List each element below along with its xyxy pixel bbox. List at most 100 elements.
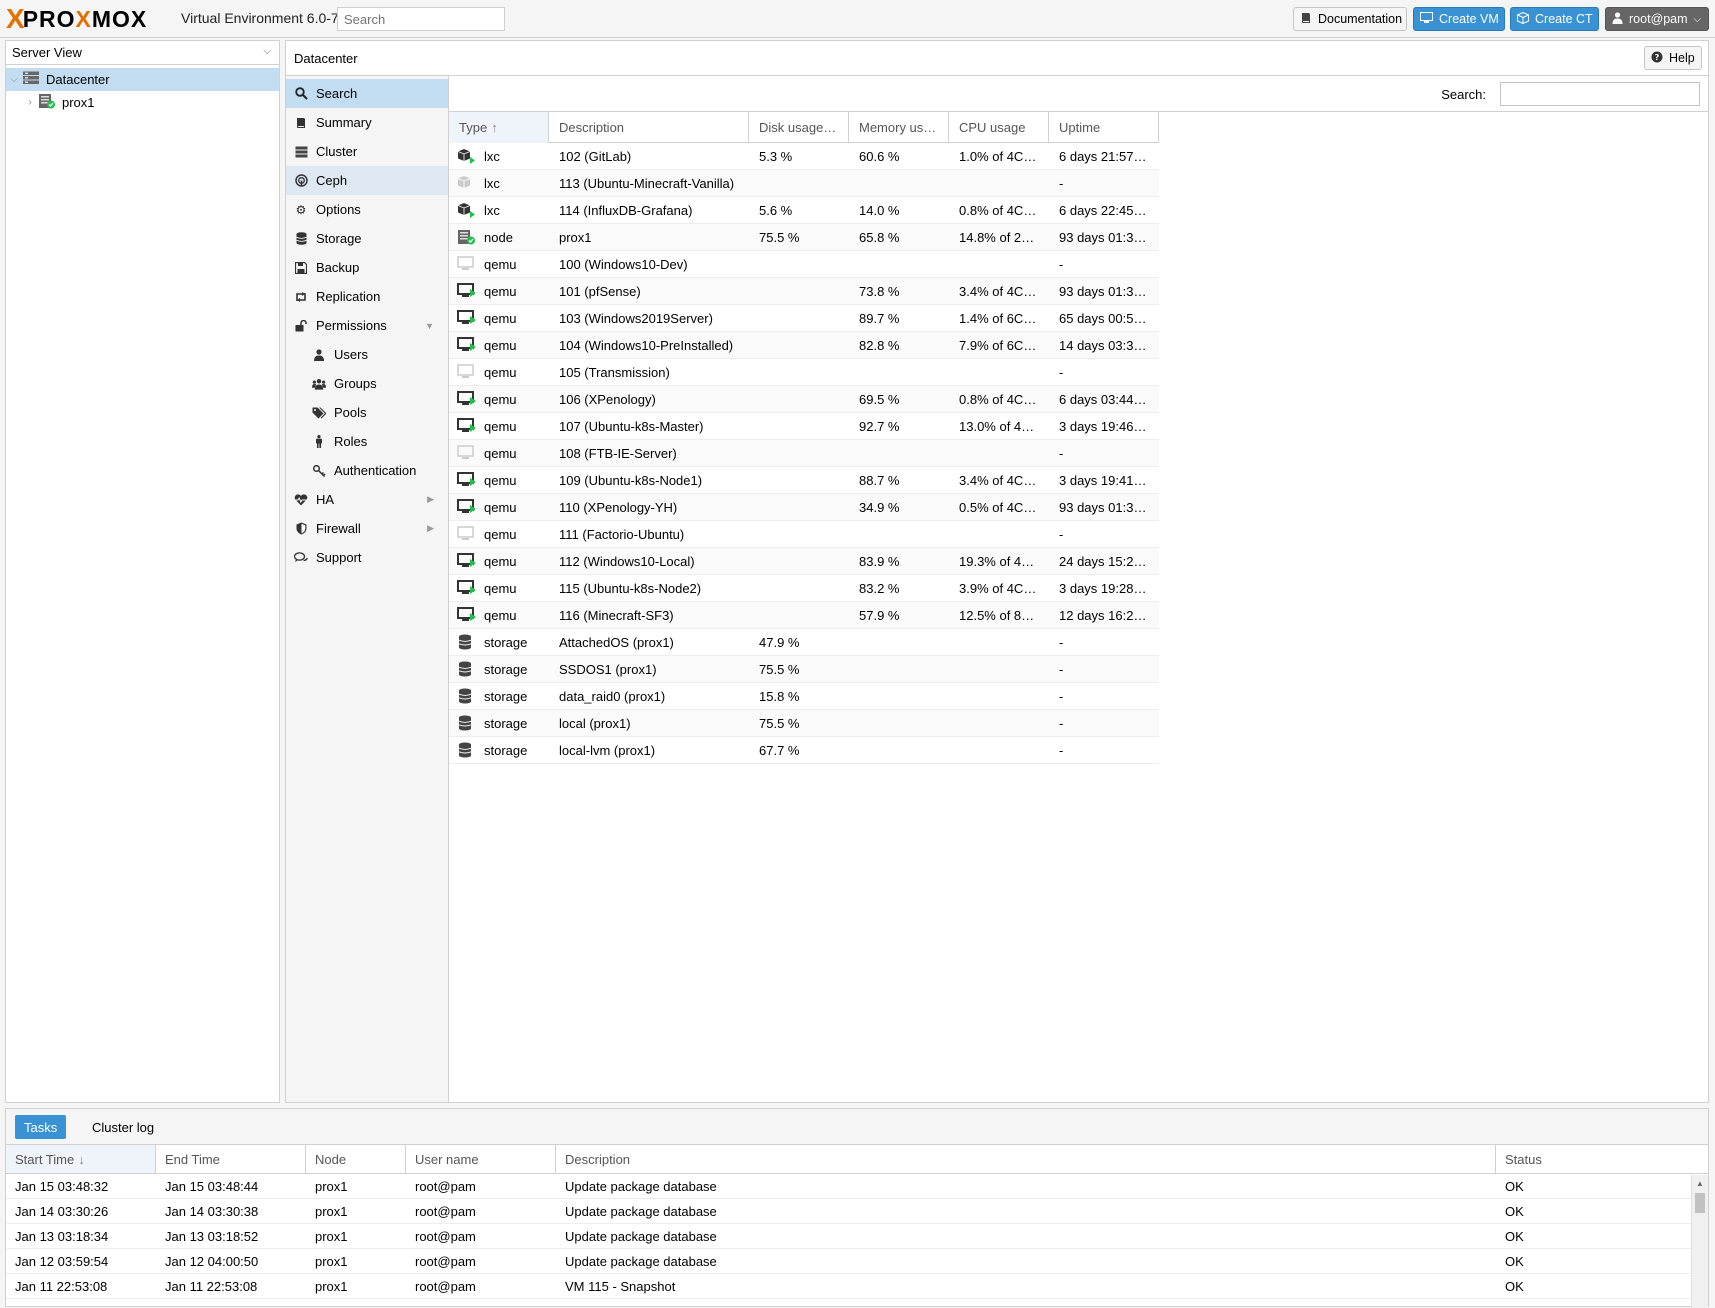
table-row[interactable]: qemu 108 (FTB-IE-Server) - xyxy=(449,440,1159,467)
chevron-right-icon[interactable]: ▶ xyxy=(427,523,434,534)
table-row[interactable]: qemu 105 (Transmission) - xyxy=(449,359,1159,386)
column-header-node[interactable]: Node xyxy=(306,1145,406,1173)
global-search-input[interactable] xyxy=(337,7,505,31)
table-row[interactable]: qemu 100 (Windows10-Dev) - xyxy=(449,251,1159,278)
nav-item-roles[interactable]: Roles xyxy=(286,427,448,456)
table-row[interactable]: qemu 110 (XPenology-YH) 34.9 % 0.5% of 4C… 9… xyxy=(449,494,1159,521)
nav-item-options[interactable]: ⚙ Options xyxy=(286,195,448,224)
nav-item-summary[interactable]: Summary xyxy=(286,108,448,137)
nav-item-storage[interactable]: Storage xyxy=(286,224,448,253)
column-header-description[interactable]: Description xyxy=(556,1145,1496,1173)
cell-description: 102 (GitLab) xyxy=(559,148,632,164)
table-row[interactable]: qemu 116 (Minecraft-SF3) 57.9 % 12.5% of 8…… xyxy=(449,602,1159,629)
nav-item-authentication[interactable]: Authentication xyxy=(286,456,448,485)
create-vm-button[interactable]: Create VM xyxy=(1413,7,1505,31)
table-row[interactable]: qemu 103 (Windows2019Server) 89.7 % 1.4% of… xyxy=(449,305,1159,332)
table-row[interactable]: node prox1 75.5 % 65.8 % 14.8% of 2… 93 days … xyxy=(449,224,1159,251)
nav-item-ceph[interactable]: Ceph xyxy=(286,166,448,195)
table-row[interactable]: qemu 112 (Windows10-Local) 83.9 % 19.3% of … xyxy=(449,548,1159,575)
table-row[interactable]: qemu 107 (Ubuntu-k8s-Master) 92.7 % 13.0% o… xyxy=(449,413,1159,440)
nav-item-groups[interactable]: Groups xyxy=(286,369,448,398)
nav-item-firewall[interactable]: Firewall ▶ xyxy=(286,514,448,543)
help-button[interactable]: ? Help xyxy=(1644,46,1702,70)
table-row[interactable]: qemu 106 (XPenology) 69.5 % 0.8% of 4C… 6 da… xyxy=(449,386,1159,413)
table-row[interactable]: lxc 102 (GitLab) 5.3 % 60.6 % 1.0% of 4C… 6 d… xyxy=(449,143,1159,170)
table-row[interactable]: storage local (prox1) 75.5 % - xyxy=(449,710,1159,737)
column-header-cpu-usage[interactable]: CPU usage xyxy=(949,112,1049,143)
user-menu-button[interactable]: root@pam ⌵ xyxy=(1605,7,1709,31)
nav-item-label: Search xyxy=(316,86,358,101)
table-row[interactable]: qemu 101 (pfSense) 73.8 % 3.4% of 4C… 93 day… xyxy=(449,278,1159,305)
nav-item-users[interactable]: Users xyxy=(286,340,448,369)
cell-end-time: Jan 13 03:18:52 xyxy=(165,1228,259,1244)
grid-search-input[interactable] xyxy=(1500,82,1700,106)
nav-item-replication[interactable]: Replication xyxy=(286,282,448,311)
tab-cluster-log[interactable]: Cluster log xyxy=(83,1115,163,1139)
table-row[interactable]: storage data_raid0 (prox1) 15.8 % - xyxy=(449,683,1159,710)
column-header-type[interactable]: Type ↑ xyxy=(449,112,549,143)
container-icon xyxy=(457,175,475,191)
column-header-status[interactable]: Status xyxy=(1496,1145,1696,1173)
storage-icon xyxy=(457,742,475,758)
column-header-user-name[interactable]: User name xyxy=(406,1145,556,1173)
nav-item-search[interactable]: Search xyxy=(286,79,448,108)
nav-item-backup[interactable]: Backup xyxy=(286,253,448,282)
tasks-scrollbar[interactable]: ▲ xyxy=(1691,1175,1708,1308)
scroll-thumb[interactable] xyxy=(1695,1193,1705,1213)
table-row[interactable]: qemu 104 (Windows10-PreInstalled) 82.8 % 7.… xyxy=(449,332,1159,359)
table-row[interactable]: Jan 14 03:30:26 Jan 14 03:30:38 prox1 root@… xyxy=(6,1199,1708,1224)
table-row[interactable]: storage local-lvm (prox1) 67.7 % - xyxy=(449,737,1159,764)
version-label: Virtual Environment 6.0-7 xyxy=(181,10,339,26)
chevron-right-icon[interactable]: ▶ xyxy=(427,494,434,505)
nav-item-ha[interactable]: HA ▶ xyxy=(286,485,448,514)
cell-description: 105 (Transmission) xyxy=(559,364,670,380)
cell-type: qemu xyxy=(449,256,549,272)
column-header-end-time[interactable]: End Time xyxy=(156,1145,306,1173)
table-row[interactable]: qemu 109 (Ubuntu-k8s-Node1) 88.7 % 3.4% of … xyxy=(449,467,1159,494)
view-selector[interactable]: Server View ⌵ xyxy=(6,41,279,65)
tab-tasks[interactable]: Tasks xyxy=(15,1115,67,1139)
nav-item-permissions[interactable]: Permissions ▼ xyxy=(286,311,448,340)
create-ct-label: Create CT xyxy=(1535,12,1593,26)
column-header-start-time[interactable]: Start Time ↓ xyxy=(6,1145,156,1173)
proxmox-logo[interactable]: X PROXMOX xyxy=(6,5,147,33)
table-row[interactable]: qemu 111 (Factorio-Ubuntu) - xyxy=(449,521,1159,548)
cell-memory-usage: 89.7 % xyxy=(859,310,900,326)
table-row[interactable]: Jan 15 03:48:32 Jan 15 03:48:44 prox1 root@… xyxy=(6,1174,1708,1199)
tree-item-prox1[interactable]: › prox1 xyxy=(6,91,279,114)
cell-node: prox1 xyxy=(315,1278,348,1294)
cell-end-time: Jan 14 03:30:38 xyxy=(165,1203,259,1219)
table-row[interactable]: Jan 13 03:18:34 Jan 13 03:18:52 prox1 root@… xyxy=(6,1224,1708,1249)
retweet-icon xyxy=(294,290,308,304)
cell-cpu-usage: 3.4% of 4C… xyxy=(959,283,1037,299)
column-header-description[interactable]: Description xyxy=(549,112,749,143)
table-row[interactable]: Jan 12 03:59:54 Jan 12 04:00:50 prox1 root@… xyxy=(6,1249,1708,1274)
scroll-up-icon[interactable]: ▲ xyxy=(1696,1179,1704,1188)
table-row[interactable]: Jan 11 22:53:08 Jan 11 22:53:08 prox1 root@… xyxy=(6,1274,1708,1299)
chevron-down-icon[interactable]: ▼ xyxy=(425,321,434,331)
table-row[interactable]: storage AttachedOS (prox1) 47.9 % - xyxy=(449,629,1159,656)
nav-item-pools[interactable]: Pools xyxy=(286,398,448,427)
table-row[interactable]: qemu 115 (Ubuntu-k8s-Node2) 83.2 % 3.9% of … xyxy=(449,575,1159,602)
tree-item-datacenter[interactable]: ⌵ Datacenter xyxy=(6,68,279,91)
table-row[interactable]: storage SSDOS1 (prox1) 75.5 % - xyxy=(449,656,1159,683)
storage-icon xyxy=(457,688,475,704)
cell-description: 104 (Windows10-PreInstalled) xyxy=(559,337,734,353)
cell-type: qemu xyxy=(449,310,549,326)
table-row[interactable]: lxc 113 (Ubuntu-Minecraft-Vanilla) - xyxy=(449,170,1159,197)
nav-item-label: Ceph xyxy=(316,173,348,188)
nav-item-support[interactable]: Support xyxy=(286,543,448,572)
create-ct-button[interactable]: Create CT xyxy=(1510,7,1599,31)
documentation-button[interactable]: Documentation xyxy=(1293,7,1407,31)
tasks-body: Jan 15 03:48:32 Jan 15 03:48:44 prox1 root@… xyxy=(6,1174,1708,1299)
vm-icon xyxy=(457,445,475,461)
table-row[interactable]: lxc 114 (InfluxDB-Grafana) 5.6 % 14.0 % 0.8%… xyxy=(449,197,1159,224)
chevron-down-icon: ⌵ xyxy=(263,46,271,57)
cell-description: 110 (XPenology-YH) xyxy=(559,499,678,515)
nav-item-cluster[interactable]: Cluster xyxy=(286,137,448,166)
tree-expander-icon[interactable]: › xyxy=(24,97,36,108)
tree-expander-icon[interactable]: ⌵ xyxy=(8,74,20,85)
column-header-uptime[interactable]: Uptime xyxy=(1049,112,1159,143)
column-header-disk-usage[interactable]: Disk usage… xyxy=(749,112,849,143)
column-header-memory-usage[interactable]: Memory us… xyxy=(849,112,949,143)
